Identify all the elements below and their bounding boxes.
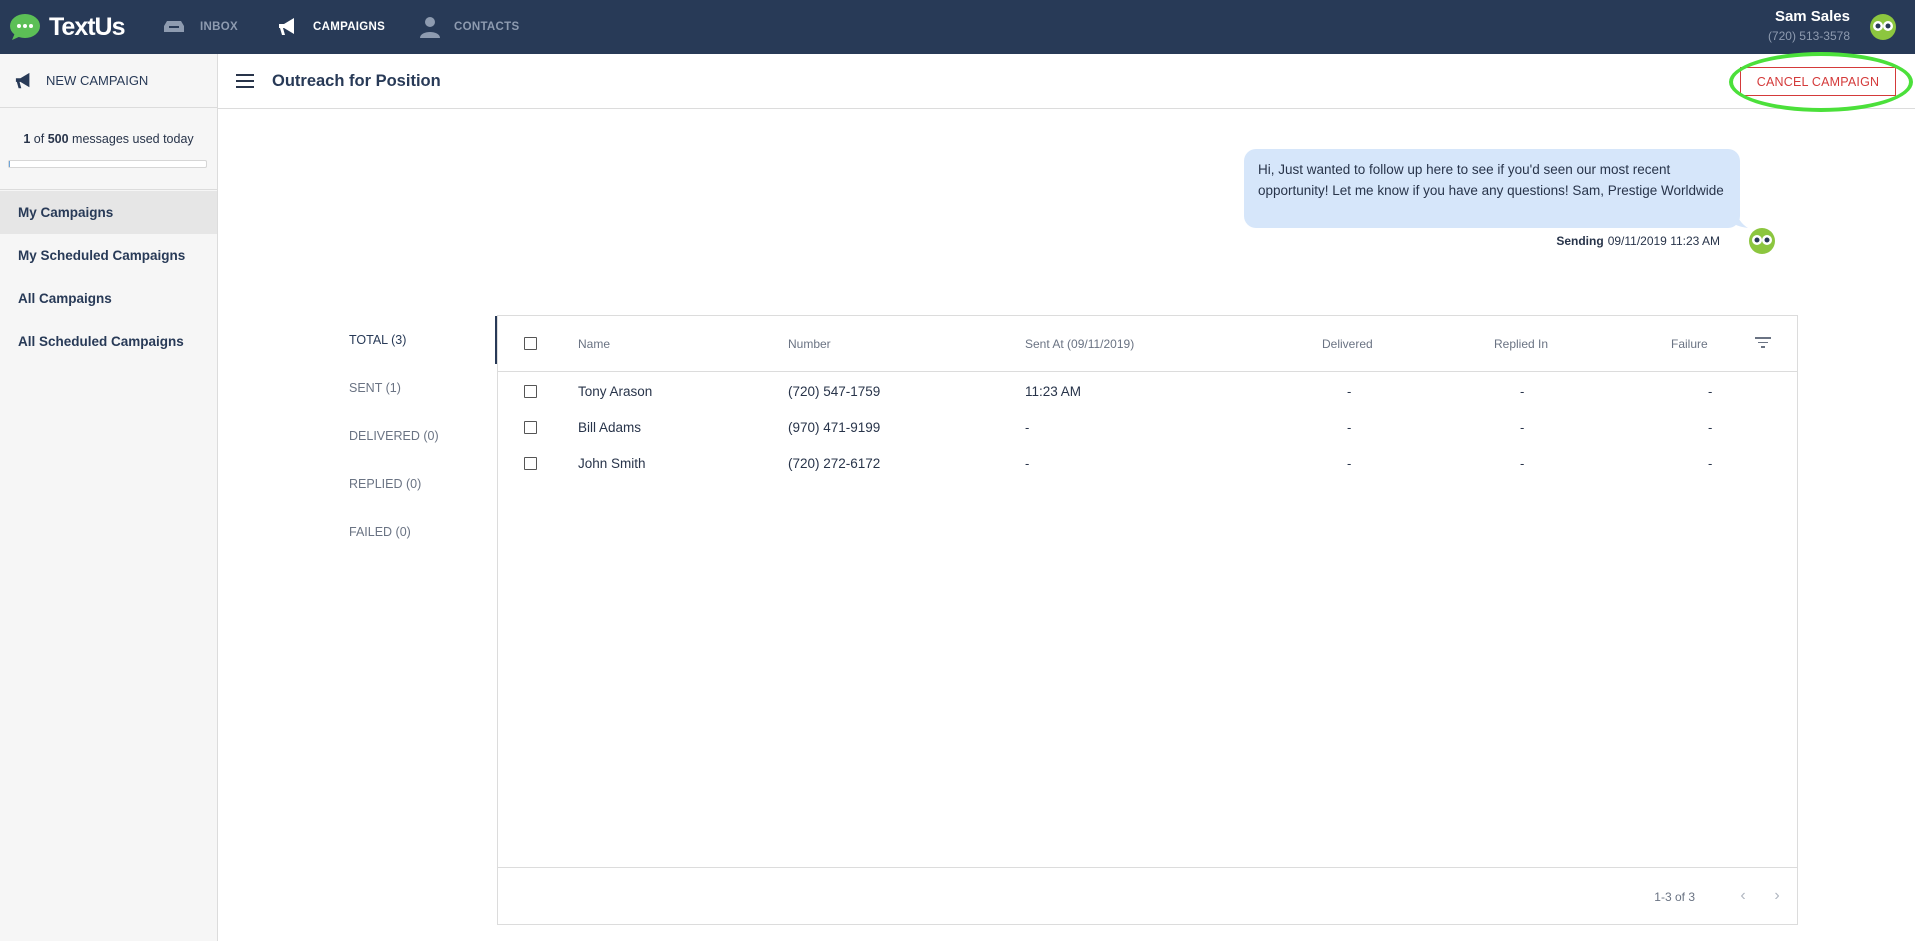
cell-name: Bill Adams — [578, 420, 642, 435]
cell-name: Tony Arason — [578, 384, 653, 399]
nav-campaigns-label: CAMPAIGNS — [313, 21, 386, 33]
cell-failure: - — [1708, 384, 1713, 399]
cell-sent-at: - — [1025, 420, 1030, 435]
chat-bubble-logo-icon — [10, 14, 40, 40]
select-all-checkbox[interactable] — [524, 337, 537, 350]
table-header: Name Number Sent At (09/11/2019) Deliver… — [498, 316, 1797, 372]
nav-inbox-label: INBOX — [200, 21, 238, 33]
logo-text: TextUs — [49, 12, 126, 41]
column-delivered[interactable]: Delivered — [1322, 337, 1373, 351]
table-row[interactable]: Tony Arason (720) 547-1759 11:23 AM - - … — [498, 374, 1797, 410]
sidebar-item-all-campaigns[interactable]: All Campaigns — [0, 277, 217, 320]
nav-contacts[interactable]: CONTACTS — [420, 0, 519, 54]
usage-text: 1 of 500 messages used today — [0, 132, 217, 146]
usage-used: 1 — [23, 132, 31, 146]
filter-list-icon[interactable] — [1755, 337, 1771, 349]
table-row[interactable]: John Smith (720) 272-6172 - - - - — [498, 446, 1797, 482]
message-bubble: Hi, Just wanted to follow up here to see… — [1244, 149, 1740, 228]
cell-replied-in: - — [1520, 384, 1525, 399]
bubble-tail — [1728, 210, 1748, 228]
cell-replied-in: - — [1520, 456, 1525, 471]
owl-avatar-icon — [1749, 228, 1775, 254]
cell-number: (720) 547-1759 — [788, 384, 881, 399]
table-row[interactable]: Bill Adams (970) 471-9199 - - - - — [498, 410, 1797, 446]
column-replied-in[interactable]: Replied In — [1494, 337, 1548, 351]
sidebar-item-my-scheduled-campaigns[interactable]: My Scheduled Campaigns — [0, 234, 217, 277]
column-name[interactable]: Name — [578, 337, 610, 351]
textus-logo[interactable]: TextUs — [9, 11, 126, 43]
cell-number: (720) 272-6172 — [788, 456, 881, 471]
nav-campaigns[interactable]: CAMPAIGNS — [277, 0, 385, 54]
column-number[interactable]: Number — [788, 337, 831, 351]
cancel-campaign-button[interactable]: CANCEL CAMPAIGN — [1740, 67, 1896, 96]
sidebar-item-all-scheduled-campaigns[interactable]: All Scheduled Campaigns — [0, 320, 217, 363]
nav-inbox[interactable]: INBOX — [162, 0, 238, 54]
nav-contacts-label: CONTACTS — [454, 21, 520, 33]
row-checkbox[interactable] — [524, 385, 537, 398]
chevron-left-icon[interactable]: ‹ — [1733, 886, 1753, 906]
table-footer: 1-3 of 3 ‹ › — [498, 867, 1797, 925]
cell-delivered: - — [1347, 384, 1352, 399]
top-nav: TextUs INBOX CAMPAIGNS CONTACTS Sam Sale… — [0, 0, 1915, 54]
user-phone: (720) 513-3578 — [1767, 29, 1850, 43]
column-sent-at[interactable]: Sent At (09/11/2019) — [1025, 337, 1134, 351]
megaphone-icon — [14, 72, 34, 90]
inbox-icon — [162, 20, 186, 34]
pagination-text: 1-3 of 3 — [1654, 890, 1695, 904]
page-title: Outreach for Position — [272, 72, 441, 90]
owl-avatar-icon[interactable] — [1869, 13, 1897, 41]
cell-sent-at: - — [1025, 456, 1030, 471]
cell-replied-in: - — [1520, 420, 1525, 435]
cell-failure: - — [1708, 420, 1713, 435]
filter-total[interactable]: TOTAL (3) — [349, 333, 406, 347]
hamburger-menu-icon[interactable] — [236, 74, 254, 88]
usage-suffix: messages used today — [72, 132, 194, 146]
row-checkbox[interactable] — [524, 421, 537, 434]
cell-name: John Smith — [578, 456, 646, 471]
recipients-table: Name Number Sent At (09/11/2019) Deliver… — [497, 315, 1798, 925]
cell-number: (970) 471-9199 — [788, 420, 881, 435]
page-header: Outreach for Position CANCEL CAMPAIGN — [218, 54, 1915, 109]
sidebar: NEW CAMPAIGN 1 of 500 messages used toda… — [0, 54, 218, 941]
megaphone-icon — [277, 17, 299, 37]
filter-failed[interactable]: FAILED (0) — [349, 525, 411, 539]
contact-person-icon — [420, 16, 440, 38]
usage-panel — [0, 108, 217, 190]
message-timestamp: 09/11/2019 11:23 AM — [1607, 234, 1720, 248]
usage-of: of — [33, 132, 45, 146]
column-failure[interactable]: Failure — [1671, 337, 1708, 351]
row-checkbox[interactable] — [524, 457, 537, 470]
user-menu[interactable]: Sam Sales (720) 513-3578 — [1768, 8, 1850, 43]
cell-failure: - — [1708, 456, 1713, 471]
message-status-label: Sending — [1556, 234, 1604, 248]
user-name: Sam Sales — [1774, 8, 1850, 25]
cell-delivered: - — [1347, 456, 1352, 471]
cell-delivered: - — [1347, 420, 1352, 435]
sidebar-item-my-campaigns[interactable]: My Campaigns — [0, 191, 217, 234]
chevron-right-icon[interactable]: › — [1767, 886, 1787, 906]
filter-replied[interactable]: REPLIED (0) — [349, 477, 421, 491]
filter-sent[interactable]: SENT (1) — [349, 381, 401, 395]
usage-limit: 500 — [47, 132, 69, 146]
filter-delivered[interactable]: DELIVERED (0) — [349, 429, 439, 443]
usage-progress-bar — [8, 160, 207, 168]
message-status: Sending 09/11/2019 11:23 AM — [1500, 234, 1720, 248]
cell-sent-at: 11:23 AM — [1025, 384, 1082, 399]
new-campaign-button[interactable]: NEW CAMPAIGN — [0, 54, 217, 108]
new-campaign-label: NEW CAMPAIGN — [46, 73, 149, 88]
